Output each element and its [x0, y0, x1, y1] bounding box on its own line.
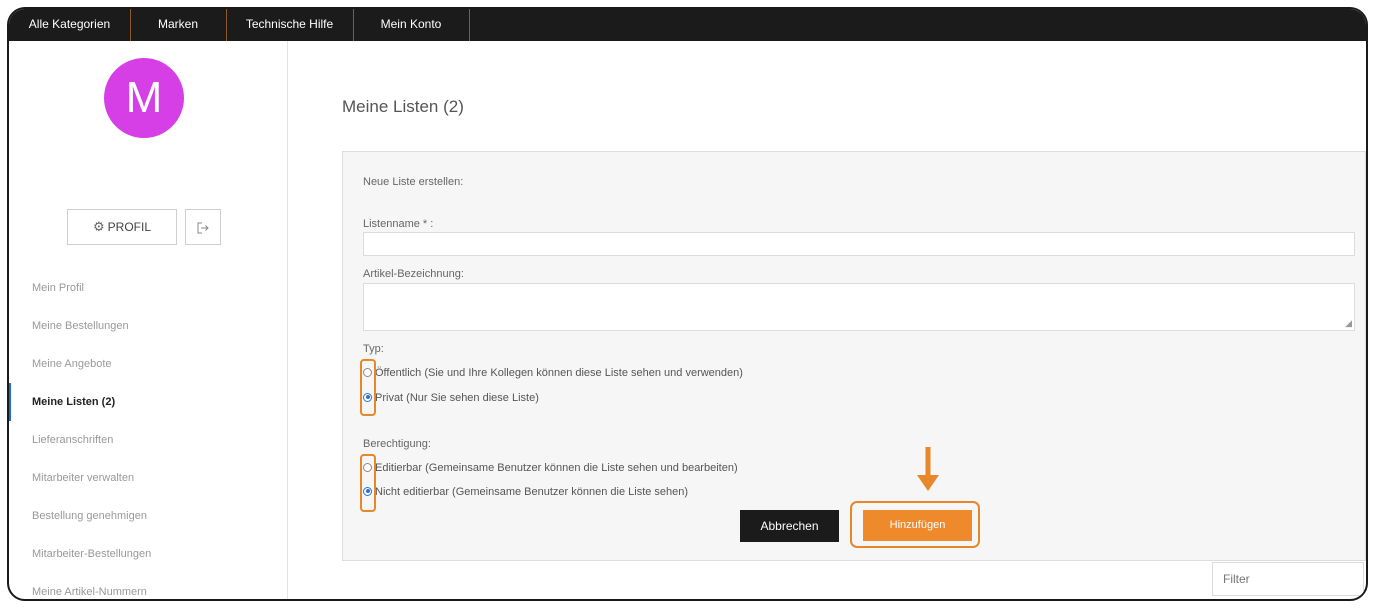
- gear-icon: ⚙: [93, 219, 105, 234]
- permission-option-editable-label: Editierbar (Gemeinsame Benutzer können d…: [375, 462, 738, 474]
- permission-option-editable[interactable]: Editierbar (Gemeinsame Benutzer können d…: [363, 460, 738, 476]
- nav-technische-hilfe[interactable]: Technische Hilfe: [226, 9, 354, 41]
- avatar: M: [104, 58, 184, 138]
- list-name-label: Listenname * :: [363, 218, 434, 230]
- new-list-form: Neue Liste erstellen: Listenname * : Art…: [342, 151, 1366, 561]
- profile-button-label: PROFIL: [107, 220, 151, 234]
- type-option-public[interactable]: Öffentlich (Sie und Ihre Kollegen können…: [363, 365, 743, 381]
- arrow-down-icon: [917, 447, 939, 491]
- account-menu: Mein Profil Meine Bestellungen Meine Ang…: [9, 269, 287, 599]
- sidebar-item-mein-profil[interactable]: Mein Profil: [9, 269, 287, 307]
- description-textarea[interactable]: ◢: [363, 283, 1355, 331]
- permission-option-not-editable-label: Nicht editierbar (Gemeinsame Benutzer kö…: [375, 486, 689, 498]
- sidebar-item-meine-artikel-nummern[interactable]: Meine Artikel-Nummern: [9, 573, 287, 599]
- cancel-button[interactable]: Abbrechen: [740, 510, 839, 542]
- type-option-private[interactable]: Privat (Nur Sie sehen diese Liste): [363, 390, 539, 406]
- sidebar-item-bestellung-genehmigen[interactable]: Bestellung genehmigen: [9, 497, 287, 535]
- type-radio-highlight: [360, 359, 376, 416]
- permission-radio-highlight: [360, 454, 376, 512]
- description-label: Artikel-Bezeichnung:: [363, 268, 464, 280]
- profile-button[interactable]: ⚙ PROFIL: [67, 209, 177, 245]
- sidebar-item-mitarbeiter-bestellungen[interactable]: Mitarbeiter-Bestellungen: [9, 535, 287, 573]
- nav-marken[interactable]: Marken: [130, 9, 227, 41]
- nav-mein-konto[interactable]: Mein Konto: [353, 9, 470, 41]
- add-button[interactable]: Hinzufügen: [863, 510, 972, 541]
- sidebar-item-meine-listen[interactable]: Meine Listen (2): [9, 383, 287, 421]
- resize-handle-icon[interactable]: ◢: [1345, 318, 1352, 329]
- top-navigation: Alle Kategorien Marken Technische Hilfe …: [9, 9, 1366, 41]
- permission-label: Berechtigung:: [363, 438, 431, 450]
- page-title: Meine Listen (2): [342, 97, 464, 116]
- type-option-private-label: Privat (Nur Sie sehen diese Liste): [375, 392, 539, 404]
- sidebar: M ⚙ PROFIL Mein Profil Meine Bestellungen…: [9, 41, 288, 599]
- sidebar-item-lieferanschriften[interactable]: Lieferanschriften: [9, 421, 287, 459]
- permission-option-not-editable[interactable]: Nicht editierbar (Gemeinsame Benutzer kö…: [363, 484, 688, 500]
- list-name-input[interactable]: [363, 232, 1355, 256]
- sidebar-item-meine-angebote[interactable]: Meine Angebote: [9, 345, 287, 383]
- type-label: Typ:: [363, 343, 384, 355]
- filter-input[interactable]: [1212, 562, 1364, 596]
- sidebar-item-meine-bestellungen[interactable]: Meine Bestellungen: [9, 307, 287, 345]
- logout-icon: [197, 222, 209, 234]
- type-option-public-label: Öffentlich (Sie und Ihre Kollegen können…: [375, 367, 743, 379]
- nav-alle-kategorien[interactable]: Alle Kategorien: [9, 9, 131, 41]
- form-heading: Neue Liste erstellen:: [363, 176, 464, 188]
- sidebar-item-mitarbeiter-verwalten[interactable]: Mitarbeiter verwalten: [9, 459, 287, 497]
- logout-button[interactable]: [185, 209, 221, 245]
- app-frame: Alle Kategorien Marken Technische Hilfe …: [7, 7, 1368, 601]
